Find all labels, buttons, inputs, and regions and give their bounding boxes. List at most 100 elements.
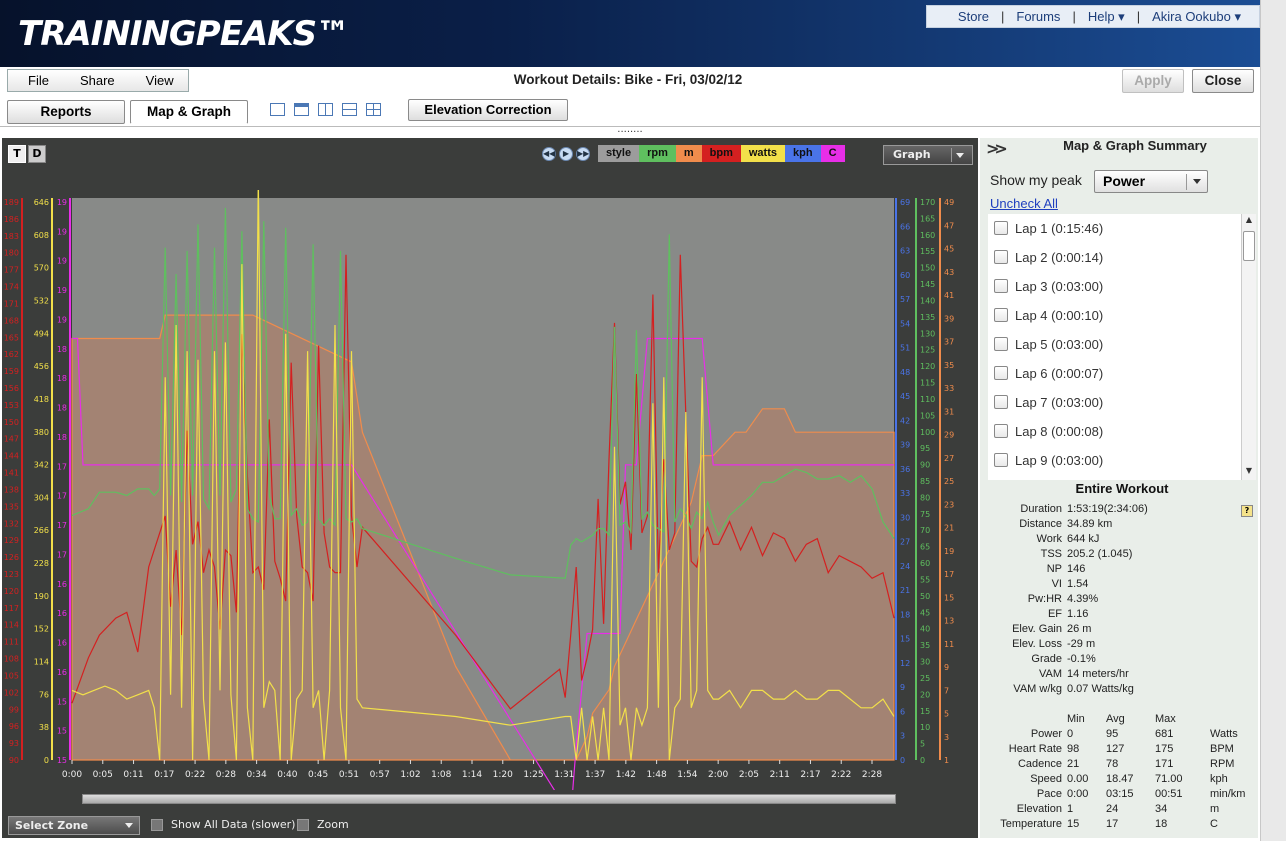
minmax-row: Elevation 1 24 34 m xyxy=(988,802,1248,817)
uncheck-all-link[interactable]: Uncheck All xyxy=(990,196,1058,211)
axis-m-tick: 39 xyxy=(944,314,954,323)
scroll-up-icon[interactable]: ▲ xyxy=(1243,215,1255,228)
axis-watts-tick: 228 xyxy=(34,559,49,568)
lap-checkbox[interactable] xyxy=(994,279,1008,293)
lap-item[interactable]: Lap 9 (0:03:00) xyxy=(994,450,1103,470)
lap-checkbox[interactable] xyxy=(994,424,1008,438)
channel-legend: style rpm m bpm watts kph C xyxy=(598,145,845,162)
close-button[interactable]: Close xyxy=(1192,69,1254,93)
axis-rpm-tick: 50 xyxy=(920,592,930,601)
scroll-down-icon[interactable]: ▼ xyxy=(1243,466,1255,479)
x-tick-label: 1:48 xyxy=(647,770,667,780)
graph-range-scrollbar[interactable] xyxy=(82,794,896,804)
stat-label: TSS xyxy=(1040,548,1062,560)
legend-c[interactable]: C xyxy=(820,145,845,162)
tab-map-graph[interactable]: Map & Graph xyxy=(130,100,248,124)
legend-style[interactable]: style xyxy=(598,145,640,162)
axis-bpm-tick: 177 xyxy=(4,266,19,275)
rewind-icon[interactable]: ◀◀ xyxy=(542,147,556,161)
x-tick-label: 2:22 xyxy=(831,770,851,780)
stat-label: EF xyxy=(1047,608,1062,620)
zoom-checkbox[interactable] xyxy=(297,819,309,831)
x-tick-label: 0:05 xyxy=(93,770,113,780)
x-tick-label: 2:11 xyxy=(770,770,790,780)
axis-kph-tick: 30 xyxy=(900,513,910,522)
graph-view-select[interactable]: Graph xyxy=(883,145,973,165)
lap-checkbox[interactable] xyxy=(994,250,1008,264)
x-tick-label: 2:28 xyxy=(862,770,882,780)
distance-button[interactable]: D xyxy=(28,145,46,163)
axis-watts-tick: 608 xyxy=(34,231,49,240)
lap-item[interactable]: Lap 2 (0:00:14) xyxy=(994,247,1103,267)
user-menu[interactable]: Akira Ookubo ▾ xyxy=(1146,9,1247,25)
fast-forward-icon[interactable]: ▶▶ xyxy=(576,147,590,161)
axis-rpm-tick: 10 xyxy=(920,723,930,732)
tab-reports[interactable]: Reports xyxy=(7,100,125,124)
forums-link[interactable]: Forums xyxy=(1010,9,1066,24)
layout-top-icon[interactable] xyxy=(294,103,309,116)
x-tick-label: 1:42 xyxy=(616,770,636,780)
lap-checkbox[interactable] xyxy=(994,395,1008,409)
minmax-max: 171 xyxy=(1155,758,1174,770)
lap-item[interactable]: Lap 5 (0:03:00) xyxy=(994,334,1103,354)
play-icon[interactable]: ▶ xyxy=(559,147,573,161)
view-menu[interactable]: View xyxy=(126,73,185,88)
layout-split-vertical-icon[interactable] xyxy=(318,103,333,116)
legend-m[interactable]: m xyxy=(675,145,702,162)
layout-grid-icon[interactable] xyxy=(366,103,381,116)
axis-temp-tick: 17 xyxy=(57,521,67,530)
axis-rpm-tick: 105 xyxy=(920,411,935,420)
share-menu[interactable]: Share xyxy=(60,73,126,88)
axis-bpm-tick: 96 xyxy=(9,722,19,731)
select-zone-dropdown[interactable]: Select Zone xyxy=(8,816,140,835)
peak-select[interactable]: Power xyxy=(1094,170,1208,193)
lap-checkbox[interactable] xyxy=(994,337,1008,351)
axis-bpm-tick: 159 xyxy=(4,367,19,376)
lap-label: Lap 2 (0:00:14) xyxy=(1015,249,1104,265)
stat-value: 34.89 km xyxy=(1067,518,1113,530)
axis-watts-tick: 418 xyxy=(34,395,49,404)
axis-rpm-tick: 5 xyxy=(920,740,925,749)
workout-chart[interactable]: 1891861831801771741711681651621591561531… xyxy=(2,190,976,790)
window-scrollbar[interactable] xyxy=(1260,0,1286,841)
layout-single-icon[interactable] xyxy=(270,103,285,116)
lap-item[interactable]: Lap 6 (0:00:07) xyxy=(994,363,1103,383)
stat-label: Elev. Loss xyxy=(1012,638,1062,650)
axis-kph-tick: 45 xyxy=(900,392,910,401)
scroll-thumb[interactable] xyxy=(1243,231,1255,261)
legend-kph[interactable]: kph xyxy=(785,145,821,162)
legend-rpm[interactable]: rpm xyxy=(639,145,676,162)
lap-checkbox[interactable] xyxy=(994,366,1008,380)
stat-row: Work 644 kJ xyxy=(988,532,1248,547)
lap-checkbox[interactable] xyxy=(994,221,1008,235)
axis-bpm-tick: 126 xyxy=(4,553,19,562)
axis-bpm-tick: 174 xyxy=(4,283,19,292)
elevation-correction-button[interactable]: Elevation Correction xyxy=(408,99,568,121)
x-tick-label: 0:40 xyxy=(277,770,297,780)
graph-view-value: Graph xyxy=(893,148,931,161)
lap-list-scrollbar[interactable]: ▲ ▼ xyxy=(1241,214,1256,480)
legend-bpm[interactable]: bpm xyxy=(701,145,741,162)
x-tick-label: 1:31 xyxy=(554,770,574,780)
lap-item[interactable]: Lap 4 (0:00:10) xyxy=(994,305,1103,325)
lap-item[interactable]: Lap 8 (0:00:08) xyxy=(994,421,1103,441)
time-button[interactable]: T xyxy=(8,145,26,163)
lap-item[interactable]: Lap 3 (0:03:00) xyxy=(994,276,1103,296)
legend-watts[interactable]: watts xyxy=(740,145,785,162)
entire-workout-title: Entire Workout xyxy=(1075,481,1169,496)
select-divider xyxy=(1186,174,1187,190)
show-all-data-checkbox[interactable] xyxy=(151,819,163,831)
lap-checkbox[interactable] xyxy=(994,453,1008,467)
store-link[interactable]: Store xyxy=(952,9,995,24)
stat-value: 1.16 xyxy=(1067,608,1089,620)
lap-item[interactable]: Lap 7 (0:03:00) xyxy=(994,392,1103,412)
help-menu[interactable]: Help ▾ xyxy=(1082,9,1131,25)
lap-checkbox[interactable] xyxy=(994,308,1008,322)
file-menu[interactable]: File xyxy=(8,73,60,88)
axis-kph-tick: 69 xyxy=(900,198,910,207)
layout-split-horizontal-icon[interactable] xyxy=(342,103,357,116)
lap-item[interactable]: Lap 1 (0:15:46) xyxy=(994,218,1103,238)
x-tick-label: 2:00 xyxy=(708,770,728,780)
collapse-panel-icon[interactable]: >> xyxy=(986,139,1008,158)
apply-button[interactable]: Apply xyxy=(1122,69,1184,93)
